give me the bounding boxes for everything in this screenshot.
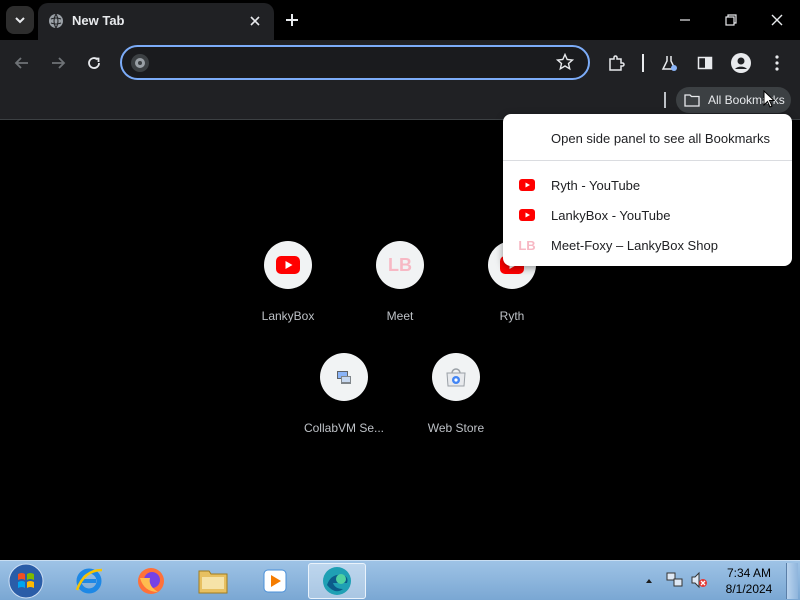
edge-taskbar-button[interactable] <box>308 563 366 599</box>
bookmark-label: Ryth - YouTube <box>551 177 641 193</box>
plus-icon <box>286 14 298 26</box>
arrow-left-icon <box>14 57 28 69</box>
folder-icon <box>198 570 228 594</box>
windows-logo-icon <box>8 563 44 599</box>
shortcut-icon-container <box>320 353 368 401</box>
toolbar-divider <box>642 54 644 72</box>
side-panel-icon <box>697 56 713 70</box>
internet-explorer-icon <box>75 568 103 594</box>
minimize-button[interactable] <box>662 0 708 40</box>
chevron-down-icon <box>15 17 25 24</box>
profile-button[interactable] <box>729 51 753 75</box>
youtube-icon <box>276 256 300 274</box>
edge-icon <box>323 567 351 595</box>
system-clock[interactable]: 7:34 AM 8/1/2024 <box>718 565 780 597</box>
flask-icon <box>661 56 677 71</box>
restore-button[interactable] <box>708 0 754 40</box>
show-hidden-icons-button[interactable] <box>644 573 654 591</box>
bookmark-label: Meet-Foxy – LankyBox Shop <box>551 237 718 253</box>
shortcut-icon-container <box>264 241 312 289</box>
clock-date: 8/1/2024 <box>725 582 773 596</box>
site-info-icon[interactable] <box>131 54 149 72</box>
puzzle-icon <box>609 55 625 71</box>
bookmark-star-icon[interactable] <box>556 53 574 71</box>
bookmark-item[interactable]: LankyBox - YouTube <box>503 201 792 229</box>
avatar-icon <box>731 53 751 73</box>
shortcut-label: Ryth <box>499 309 525 323</box>
new-tab-button[interactable] <box>282 10 302 30</box>
folder-icon <box>684 94 700 107</box>
taskbar: 7:34 AM 8/1/2024 <box>0 560 800 600</box>
volume-tray-icon[interactable] <box>690 571 708 594</box>
tab-title: New Tab <box>72 13 125 28</box>
more-vert-icon <box>775 55 779 71</box>
youtube-icon <box>519 179 535 191</box>
youtube-icon <box>519 209 535 221</box>
network-tray-icon[interactable] <box>666 571 684 594</box>
media-player-taskbar-button[interactable] <box>248 563 302 599</box>
restore-icon <box>725 14 737 26</box>
labs-button[interactable] <box>657 51 681 75</box>
internet-explorer-taskbar-button[interactable] <box>62 563 116 599</box>
start-button[interactable] <box>0 563 52 599</box>
network-icon <box>666 572 683 587</box>
chevron-up-icon <box>646 579 652 583</box>
shortcut-web-store[interactable]: Web Store <box>406 353 506 435</box>
tab-search-button[interactable] <box>6 6 34 34</box>
side-panel-button[interactable] <box>693 51 717 75</box>
shortcut-label: Web Store <box>427 421 485 435</box>
bookmark-label: LankyBox - YouTube <box>551 207 671 223</box>
shortcut-label: CollabVM Se... <box>303 421 385 435</box>
shortcut-icon-container <box>432 353 480 401</box>
clock-time: 7:34 AM <box>726 566 772 580</box>
forward-button[interactable] <box>46 51 70 75</box>
bookmarks-popup: Open side panel to see all Bookmarks Ryt… <box>503 114 792 266</box>
firefox-icon <box>138 568 164 594</box>
arrow-right-icon <box>52 57 66 69</box>
shortcut-icon-container: LB <box>376 241 424 289</box>
popup-divider <box>503 160 792 161</box>
shortcut-meet[interactable]: LB Meet <box>350 241 450 323</box>
reload-icon <box>88 57 100 69</box>
popup-header[interactable]: Open side panel to see all Bookmarks <box>551 131 770 146</box>
volume-muted-icon <box>691 571 707 589</box>
lankybox-logo-icon: LB <box>388 254 412 275</box>
web-store-icon <box>446 368 466 387</box>
back-button[interactable] <box>10 51 34 75</box>
lankybox-logo-icon: LB <box>518 237 536 253</box>
close-tab-button[interactable] <box>246 12 264 30</box>
show-desktop-button[interactable] <box>786 563 798 599</box>
bookmark-item[interactable]: LB Meet-Foxy – LankyBox Shop <box>503 231 792 259</box>
media-player-icon <box>263 569 287 593</box>
collabvm-icon <box>337 371 351 384</box>
close-icon <box>771 14 783 26</box>
reload-button[interactable] <box>82 51 106 75</box>
shortcut-collabvm[interactable]: CollabVM Se... <box>294 353 394 435</box>
browser-tab[interactable]: New Tab <box>38 3 274 40</box>
menu-button[interactable] <box>765 51 789 75</box>
bookmarks-separator <box>664 92 666 108</box>
globe-icon <box>49 13 63 29</box>
bookmark-item[interactable]: Ryth - YouTube <box>503 171 792 199</box>
file-explorer-taskbar-button[interactable] <box>186 563 240 599</box>
extensions-button[interactable] <box>604 51 628 75</box>
shortcut-label: Meet <box>386 309 414 323</box>
mouse-cursor-icon <box>763 90 775 108</box>
address-input[interactable] <box>156 52 546 74</box>
shortcut-label: LankyBox <box>261 309 315 323</box>
chrome-logo-icon <box>135 58 145 68</box>
close-window-button[interactable] <box>754 0 800 40</box>
minimize-icon <box>680 19 690 21</box>
address-bar[interactable] <box>120 45 590 80</box>
shortcut-lankybox[interactable]: LankyBox <box>238 241 338 323</box>
firefox-taskbar-button[interactable] <box>124 563 178 599</box>
close-icon <box>250 16 260 26</box>
